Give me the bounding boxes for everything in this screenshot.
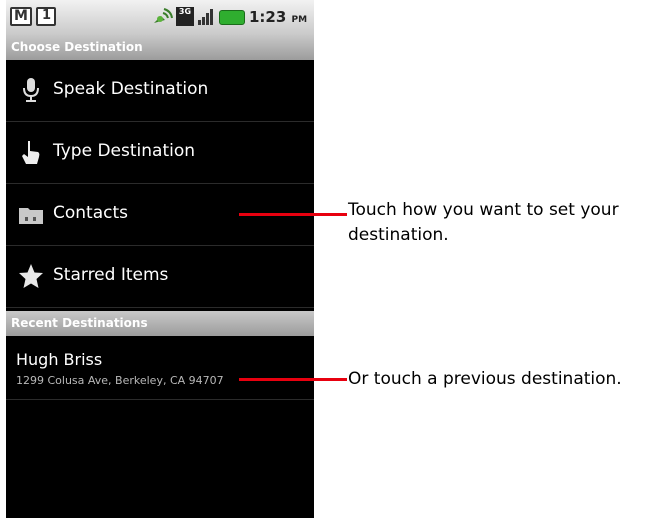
contacts-folder-icon [19,208,43,224]
status-bar: 3G 1:23 PM [6,0,314,36]
callout-text-menu-line2: destination. [348,225,449,245]
speak-destination-item[interactable]: Speak Destination [6,60,314,122]
gmail-icon [10,7,32,26]
choose-destination-header: Choose Destination [6,35,314,60]
battery-icon [219,10,245,25]
recent-destination-item[interactable]: Hugh Briss 1299 Colusa Ave, Berkeley, CA… [6,338,314,400]
contacts-label: Contacts [53,203,128,223]
microphone-icon [23,78,39,102]
speak-destination-label: Speak Destination [53,79,209,99]
status-clock: 1:23 PM [249,8,308,26]
signal-icon [198,9,213,25]
recent-destination-address: 1299 Colusa Ave, Berkeley, CA 94707 [16,374,224,387]
phone-screen: 3G 1:23 PM Choose Destination Speak Dest… [6,0,314,518]
callout-text-menu-line1: Touch how you want to set your [348,200,619,220]
starred-items-label: Starred Items [53,265,169,285]
callout-text-menu: Touch how you want to set your destinati… [348,198,619,248]
star-icon [19,264,43,288]
gps-icon [154,8,173,23]
calendar-icon [36,7,56,26]
callout-line-recent [239,378,347,381]
starred-items-item[interactable]: Starred Items [6,246,314,308]
callout-line-menu [239,213,347,216]
callout-text-recent: Or touch a previous destination. [348,369,622,389]
3g-icon: 3G [176,7,194,26]
hand-pointer-icon [22,141,40,164]
type-destination-label: Type Destination [53,141,196,161]
recent-destinations-header: Recent Destinations [6,311,314,336]
recent-destination-name: Hugh Briss [16,350,103,369]
type-destination-item[interactable]: Type Destination [6,122,314,184]
